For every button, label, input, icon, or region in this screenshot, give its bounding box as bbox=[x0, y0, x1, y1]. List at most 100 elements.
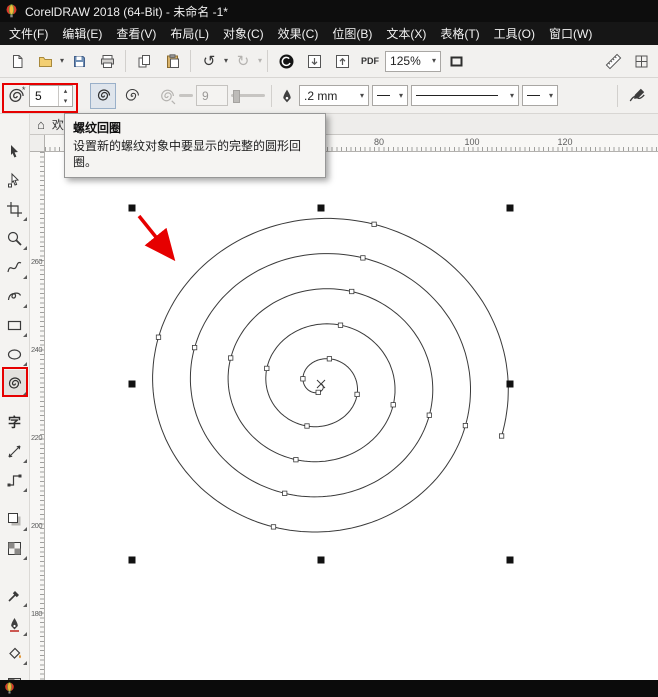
menu-item-effects[interactable]: 效果(C) bbox=[271, 22, 326, 45]
menu-item-table[interactable]: 表格(T) bbox=[433, 22, 486, 45]
selection-handle[interactable] bbox=[507, 205, 514, 212]
spiral-node[interactable] bbox=[316, 390, 320, 394]
publish-to-pdf-button[interactable]: PDF bbox=[357, 48, 383, 74]
artistic-media-tool[interactable] bbox=[2, 283, 28, 309]
logarithmic-spiral-button[interactable] bbox=[119, 83, 145, 109]
spiral-node[interactable] bbox=[305, 424, 309, 428]
freehand-smoothing-button[interactable] bbox=[624, 83, 650, 109]
selection-handle[interactable] bbox=[318, 205, 325, 212]
spiral-node[interactable] bbox=[294, 458, 298, 462]
undo-button[interactable]: ↺ bbox=[196, 48, 222, 74]
spiral-node[interactable] bbox=[301, 377, 305, 381]
spiral-node[interactable] bbox=[427, 413, 431, 417]
drop-shadow-tool[interactable] bbox=[2, 506, 28, 532]
redo-history-caret-icon[interactable]: ▾ bbox=[258, 57, 262, 65]
spiral-object-group[interactable] bbox=[129, 205, 514, 564]
show-grid-button[interactable] bbox=[628, 48, 654, 74]
rectangle-tool[interactable] bbox=[2, 312, 28, 338]
spiral-node[interactable] bbox=[327, 357, 331, 361]
spiral-node[interactable] bbox=[355, 392, 359, 396]
spiral-expansion-slider bbox=[179, 94, 193, 97]
spiral-node[interactable] bbox=[463, 423, 467, 427]
outline-width-combobox[interactable]: .2 mm ▾ bbox=[299, 85, 369, 106]
start-arrowhead-combobox[interactable]: ▾ bbox=[372, 85, 408, 106]
selection-handle[interactable] bbox=[318, 557, 325, 564]
menu-item-window[interactable]: 窗口(W) bbox=[542, 22, 599, 45]
spiral-node[interactable] bbox=[283, 491, 287, 495]
spinner-down-icon[interactable]: ▾ bbox=[59, 96, 72, 106]
interactive-fill-tool[interactable] bbox=[2, 669, 28, 680]
fullscreen-preview-button[interactable] bbox=[443, 48, 469, 74]
spiral-node[interactable] bbox=[265, 366, 269, 370]
spiral-node[interactable] bbox=[499, 434, 503, 438]
redo-button[interactable]: ↻ bbox=[230, 48, 256, 74]
spiral-node[interactable] bbox=[361, 256, 365, 260]
undo-history-caret-icon[interactable]: ▾ bbox=[224, 57, 228, 65]
document-tab[interactable]: 欢 bbox=[52, 116, 64, 133]
symmetric-spiral-button[interactable] bbox=[90, 83, 116, 109]
import-button[interactable] bbox=[301, 48, 327, 74]
spiral-object[interactable] bbox=[153, 218, 509, 532]
selection-handle[interactable] bbox=[507, 557, 514, 564]
spiral-node[interactable] bbox=[372, 222, 376, 226]
paste-button[interactable] bbox=[159, 48, 185, 74]
search-content-button[interactable] bbox=[273, 48, 299, 74]
ruler-number: 80 bbox=[374, 137, 384, 147]
spiral-node[interactable] bbox=[391, 403, 395, 407]
ellipse-tool[interactable] bbox=[2, 341, 28, 367]
zoom-tool[interactable] bbox=[2, 225, 28, 251]
menu-item-bitmaps[interactable]: 位图(B) bbox=[325, 22, 379, 45]
crop-tool[interactable] bbox=[2, 196, 28, 222]
outline-pen-tool[interactable] bbox=[2, 611, 28, 637]
selection-handle[interactable] bbox=[129, 205, 136, 212]
menu-item-tools[interactable]: 工具(O) bbox=[487, 22, 542, 45]
menu-item-text[interactable]: 文本(X) bbox=[379, 22, 433, 45]
canvas-svg[interactable] bbox=[45, 152, 658, 680]
selection-handle[interactable] bbox=[507, 381, 514, 388]
spinner-up-icon[interactable]: ▴ bbox=[59, 86, 72, 96]
open-flyout-caret-icon[interactable]: ▾ bbox=[60, 57, 64, 65]
copy-button[interactable] bbox=[131, 48, 157, 74]
ruler-origin-corner[interactable] bbox=[30, 135, 45, 152]
connector-tool[interactable] bbox=[2, 467, 28, 493]
zoom-level-combobox[interactable]: 125% ▾ bbox=[385, 51, 441, 72]
menu-item-object[interactable]: 对象(C) bbox=[216, 22, 271, 45]
open-document-button[interactable] bbox=[32, 48, 58, 74]
home-icon[interactable]: ⌂ bbox=[37, 118, 45, 131]
pick-tool[interactable] bbox=[2, 138, 28, 164]
shape-tool[interactable] bbox=[2, 167, 28, 193]
grid-icon bbox=[633, 53, 650, 70]
selection-handle[interactable] bbox=[129, 381, 136, 388]
spiral-node[interactable] bbox=[229, 356, 233, 360]
eyedropper-tool[interactable] bbox=[2, 582, 28, 608]
dimension-tool[interactable] bbox=[2, 438, 28, 464]
print-button[interactable] bbox=[94, 48, 120, 74]
freehand-tool[interactable] bbox=[2, 254, 28, 280]
text-tool[interactable]: 字 bbox=[2, 409, 28, 435]
menu-bar: 文件(F) 编辑(E) 查看(V) 布局(L) 对象(C) 效果(C) 位图(B… bbox=[0, 22, 658, 45]
drawing-page[interactable] bbox=[45, 152, 658, 680]
spiral-node[interactable] bbox=[156, 335, 160, 339]
spiral-node[interactable] bbox=[350, 289, 354, 293]
end-arrowhead-combobox[interactable]: ▾ bbox=[522, 85, 558, 106]
save-button[interactable] bbox=[66, 48, 92, 74]
menu-item-edit[interactable]: 编辑(E) bbox=[55, 22, 109, 45]
transparency-tool[interactable] bbox=[2, 535, 28, 561]
selection-handle[interactable] bbox=[129, 557, 136, 564]
spiral-revolutions-spinner[interactable]: 5 ▴ ▾ bbox=[29, 85, 73, 107]
menu-item-view[interactable]: 查看(V) bbox=[109, 22, 163, 45]
menu-item-layout[interactable]: 布局(L) bbox=[163, 22, 216, 45]
menu-item-file[interactable]: 文件(F) bbox=[2, 22, 55, 45]
export-button[interactable] bbox=[329, 48, 355, 74]
spiral-tool[interactable] bbox=[2, 370, 28, 396]
line-style-combobox[interactable]: ▾ bbox=[411, 85, 519, 106]
fill-tool[interactable] bbox=[2, 640, 28, 666]
new-document-button[interactable] bbox=[4, 48, 30, 74]
coreldraw-taskbar-icon[interactable] bbox=[3, 682, 16, 695]
spiral-node[interactable] bbox=[192, 345, 196, 349]
spiral-node[interactable] bbox=[338, 323, 342, 327]
vertical-ruler[interactable]: 260 240 220 200 180 bbox=[30, 152, 45, 680]
propbar-separator bbox=[271, 85, 272, 107]
show-rulers-button[interactable] bbox=[600, 48, 626, 74]
spiral-node[interactable] bbox=[271, 525, 275, 529]
